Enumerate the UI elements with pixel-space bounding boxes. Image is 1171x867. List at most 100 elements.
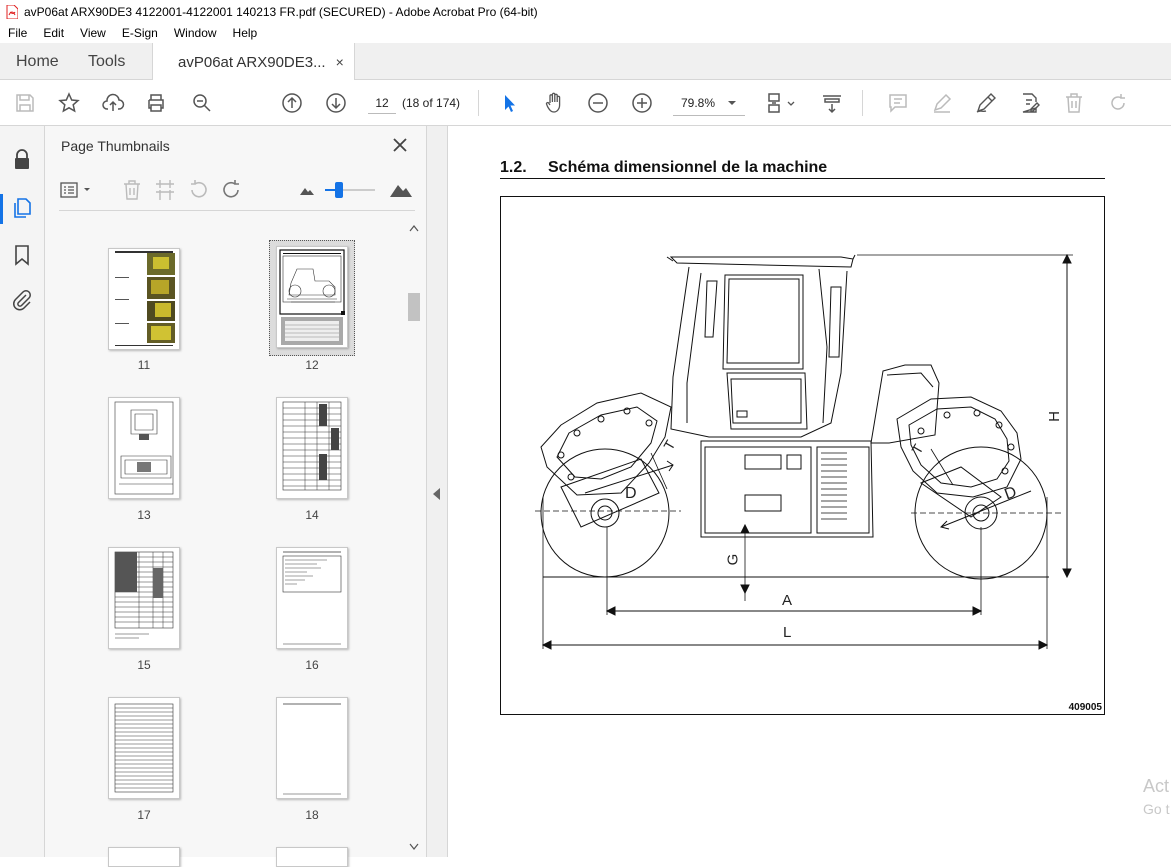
panel-divider bbox=[59, 210, 415, 211]
dimension-label-g: G bbox=[724, 553, 742, 566]
menu-bar: File Edit View E-Sign Window Help bbox=[0, 23, 1171, 43]
menu-file[interactable]: File bbox=[0, 26, 35, 40]
scrollbar-graphic bbox=[408, 225, 420, 850]
tab-document[interactable]: avP06at ARX90DE3... × bbox=[152, 43, 355, 81]
heading-rule bbox=[500, 178, 1105, 179]
insert-pages-icon[interactable] bbox=[154, 178, 176, 202]
toolbar-divider bbox=[478, 90, 479, 116]
page-thumbnail-label: 16 bbox=[305, 658, 319, 672]
page-thumbnail-label: 17 bbox=[137, 808, 151, 822]
page-thumbnail-label: 13 bbox=[137, 508, 151, 522]
left-navigation-rail bbox=[0, 126, 45, 857]
page-thumbnail-15[interactable] bbox=[108, 547, 180, 649]
page-number-input[interactable] bbox=[368, 92, 396, 114]
previous-page-icon[interactable] bbox=[280, 91, 304, 115]
menu-help[interactable]: Help bbox=[225, 26, 266, 40]
toolbar-divider bbox=[862, 90, 863, 116]
section-number: 1.2. bbox=[500, 159, 527, 176]
page-thumbnail-14[interactable] bbox=[276, 397, 348, 499]
activation-watermark-line1: Act bbox=[1143, 776, 1170, 796]
section-heading: 1.2. Schéma dimensionnel de la machine bbox=[500, 159, 827, 177]
highlight-pen-icon[interactable] bbox=[930, 91, 954, 115]
next-page-icon[interactable] bbox=[324, 91, 348, 115]
dimension-label-h: H bbox=[1045, 411, 1063, 422]
hand-pan-icon[interactable] bbox=[542, 91, 566, 115]
lock-icon[interactable] bbox=[10, 148, 34, 172]
page-thumbnail-13[interactable] bbox=[108, 397, 180, 499]
bookmark-icon[interactable] bbox=[10, 243, 34, 267]
page-preview bbox=[114, 551, 174, 639]
tab-close-icon[interactable]: × bbox=[336, 54, 344, 70]
dimension-label-d-rear: D bbox=[625, 485, 637, 502]
page-thumbnail-label: 14 bbox=[305, 508, 319, 522]
active-indicator bbox=[0, 194, 3, 224]
section-title: Schéma dimensionnel de la machine bbox=[548, 159, 828, 176]
page-preview bbox=[114, 401, 174, 495]
page-preview bbox=[282, 551, 342, 645]
edit-document-icon[interactable] bbox=[1018, 91, 1042, 115]
figure-code: 409005 bbox=[1068, 702, 1102, 713]
menu-edit[interactable]: Edit bbox=[35, 26, 72, 40]
acrobat-pdf-icon bbox=[6, 4, 18, 19]
page-thumbnail-11[interactable] bbox=[108, 248, 180, 350]
thumbnail-size-slider-handle[interactable] bbox=[335, 182, 343, 198]
page-thumbnails-panel: Page Thumbnails 11 12 13 14 15 16 17 18 bbox=[45, 126, 427, 867]
panel-collapse-strip[interactable] bbox=[427, 126, 448, 857]
page-thumbnail-17[interactable] bbox=[108, 697, 180, 799]
zoom-select[interactable]: 79.8% bbox=[673, 90, 745, 116]
page-preview bbox=[114, 703, 174, 793]
page-thumbnail-20[interactable] bbox=[276, 847, 348, 867]
activation-watermark-line2: Go t bbox=[1143, 801, 1170, 817]
page-preview bbox=[283, 703, 341, 795]
rotate-left-icon[interactable] bbox=[187, 178, 209, 202]
dimension-label-a: A bbox=[782, 592, 793, 609]
chevron-down-icon bbox=[728, 100, 736, 105]
close-icon[interactable] bbox=[391, 136, 409, 154]
page-preview bbox=[282, 401, 342, 491]
menu-view[interactable]: View bbox=[72, 26, 114, 40]
chevron-down-icon[interactable] bbox=[785, 91, 797, 115]
options-menu-icon[interactable] bbox=[59, 180, 95, 200]
upload-cloud-icon[interactable] bbox=[101, 91, 125, 115]
zoom-value: 79.8% bbox=[681, 95, 716, 110]
menu-esign[interactable]: E-Sign bbox=[114, 26, 166, 40]
attachment-paperclip-icon[interactable] bbox=[10, 288, 34, 312]
tab-bar: Home Tools avP06at ARX90DE3... × bbox=[0, 43, 1171, 81]
comment-icon[interactable] bbox=[886, 91, 910, 115]
page-thumbnails-icon[interactable] bbox=[10, 196, 34, 220]
select-cursor-icon[interactable] bbox=[497, 91, 521, 115]
page-preview bbox=[277, 247, 347, 347]
page-thumbnail-18[interactable] bbox=[276, 697, 348, 799]
document-view[interactable]: 1.2. Schéma dimensionnel de la machine A… bbox=[449, 126, 1171, 857]
rotate-right-icon[interactable] bbox=[221, 178, 243, 202]
page-thumbnail-16[interactable] bbox=[276, 547, 348, 649]
menu-window[interactable]: Window bbox=[166, 26, 225, 40]
scroll-mode-icon[interactable] bbox=[820, 91, 844, 115]
print-icon[interactable] bbox=[144, 91, 168, 115]
page-thumbnail-label: 15 bbox=[137, 658, 151, 672]
zoom-search-icon[interactable] bbox=[190, 91, 214, 115]
page-count: (18 of 174) bbox=[402, 96, 461, 110]
collapse-left-icon[interactable] bbox=[433, 488, 440, 500]
delete-trash-icon[interactable] bbox=[1062, 91, 1086, 115]
zoom-out-icon[interactable] bbox=[586, 91, 610, 115]
page-thumbnail-19[interactable] bbox=[108, 847, 180, 867]
save-icon[interactable] bbox=[13, 91, 37, 115]
tab-home[interactable]: Home bbox=[16, 43, 59, 80]
page-thumbnail-12[interactable] bbox=[276, 246, 348, 348]
thumbnails-scrollbar[interactable] bbox=[407, 221, 421, 857]
mountain-small-icon bbox=[300, 188, 314, 195]
tab-tools[interactable]: Tools bbox=[88, 43, 125, 80]
page-thumbnail-label: 12 bbox=[305, 358, 319, 372]
thumbnail-toolbar bbox=[59, 178, 419, 202]
rotate-icon[interactable] bbox=[1106, 91, 1130, 115]
tab-document-label: avP06at ARX90DE3... bbox=[178, 53, 326, 71]
delete-pages-icon[interactable] bbox=[121, 178, 143, 202]
zoom-in-icon[interactable] bbox=[630, 91, 654, 115]
machine-dimension-figure: A L H G D D T T 409005 bbox=[500, 196, 1105, 715]
page-preview bbox=[115, 251, 175, 346]
panel-title: Page Thumbnails bbox=[61, 138, 170, 154]
window-title: avP06at ARX90DE3 4122001-4122001 140213 … bbox=[24, 4, 538, 19]
star-bookmark-icon[interactable] bbox=[57, 91, 81, 115]
draw-pen-icon[interactable] bbox=[974, 91, 998, 115]
